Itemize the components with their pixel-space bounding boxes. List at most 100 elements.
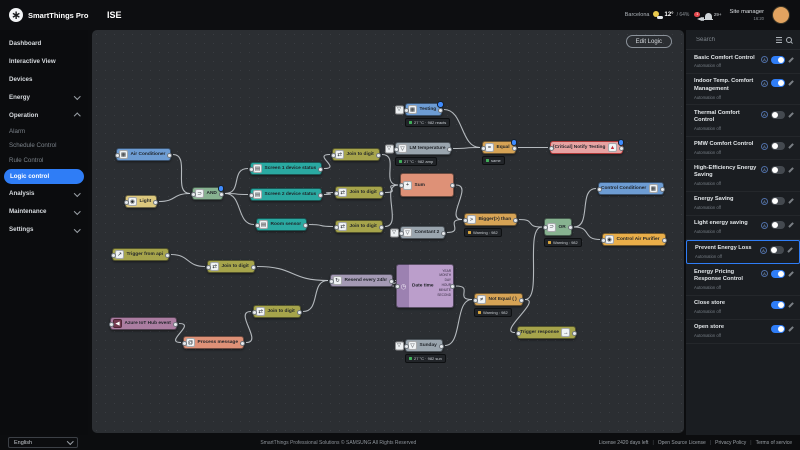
automation-info-icon[interactable]: A [761,111,768,118]
node-resend[interactable]: ↻Resend every 24hr [330,274,393,287]
automation-item-close-store[interactable]: Close storeAutomation off [686,296,800,320]
automation-item-light-energy-saving[interactable]: Light energy savingAutomation offA [686,216,800,240]
sidebar-item-dashboard[interactable]: Dashboard [0,34,88,52]
edit-icon[interactable] [787,56,794,63]
automation-info-icon[interactable]: A [761,222,768,229]
sidebar-item-interactive-view[interactable]: Interactive View [0,52,88,70]
automation-text: Thermal Comfort ControlAutomation off [694,110,759,131]
edit-icon[interactable] [786,247,793,254]
node-not-equal[interactable]: ≠Not Equal ( ) [474,293,523,306]
notifications-button[interactable]: 29+ [705,12,721,19]
automation-item-basic-comfort-control[interactable]: Basic Comfort ControlAutomation offA [686,50,800,74]
automation-item-high-efficiency-energy-saving[interactable]: High-Efficiency Energy SavingAutomation … [686,160,800,191]
automation-toggle[interactable] [771,79,785,87]
weather-widget[interactable]: Barcelona 12° / 64% [625,11,690,19]
node-azure[interactable]: ◀Azure IoT Hub event [110,317,177,330]
automation-item-pmw-comfort-control[interactable]: PMW Comfort ControlAutomation offA [686,137,800,161]
node-process-msg[interactable]: @Process message [183,336,244,349]
automation-toggle[interactable] [771,325,785,333]
search-icon[interactable] [786,37,793,44]
sidebar-item-operation[interactable]: Operation [0,106,88,124]
automation-info-icon[interactable]: A [761,270,768,277]
node-testing[interactable]: ▦Testing▽ [405,103,442,116]
edit-icon[interactable] [787,166,794,173]
sidebar-item-logic-control[interactable]: Logic control [4,169,84,184]
edit-logic-button[interactable]: Edit Logic [626,35,672,48]
sidebar-item-schedule-control[interactable]: Schedule Control [0,139,88,154]
automation-toggle[interactable] [771,56,785,64]
brand[interactable]: ∗ SmartThings Pro [0,8,97,22]
automation-item-open-store[interactable]: Open storeAutomation off [686,320,800,344]
node-or[interactable]: ⊃OR [544,218,572,236]
automation-item-energy-pricing-response-control[interactable]: Energy Pricing Response ControlAutomatio… [686,264,800,295]
automation-toggle[interactable] [771,142,785,150]
sidebar-item-maintenance[interactable]: Maintenance [0,203,88,221]
node-equal[interactable]: =Equal [482,141,516,154]
node-trigger-response[interactable]: Trigger response→ [517,326,576,339]
sidebar-item-devices[interactable]: Devices [0,70,88,88]
avatar[interactable] [772,6,790,24]
node-join5[interactable]: ⇄Join to digit [253,305,301,318]
automation-toggle[interactable] [771,301,785,309]
automation-item-thermal-comfort-control[interactable]: Thermal Comfort ControlAutomation offA [686,105,800,136]
automation-toggle[interactable] [771,166,785,174]
node-trigger-api[interactable]: ↗Trigger from api [112,248,169,261]
automation-info-icon[interactable]: A [761,166,768,173]
node-and[interactable]: ⊃AND [192,187,223,200]
node-room-sensor[interactable]: ▤Room sensor [256,218,307,231]
node-datetime[interactable]: ◷Date timeYEARMONTHDAYHOURMINUTESECOND [396,264,454,308]
footer-link-open-source-license[interactable]: Open Source License [658,440,706,446]
node-screen1[interactable]: ▤Screen 1 device status [250,162,322,175]
automation-info-icon[interactable]: A [761,80,768,87]
automation-toggle[interactable] [771,221,785,229]
sidebar-item-rule-control[interactable]: Rule Control [0,153,88,168]
edit-icon[interactable] [787,143,794,150]
node-sum[interactable]: +Sum [400,173,454,197]
node-join1[interactable]: ⇄Join to digit [332,148,380,161]
automation-info-icon[interactable]: A [761,198,768,205]
sidebar-item-analysis[interactable]: Analysis [0,185,88,203]
node-screen2[interactable]: ▤Screen 2 device status [250,188,322,201]
footer-link-license-2420-days-left[interactable]: License 2420 days left [599,440,649,446]
node-join2[interactable]: ⇄Join to digit [335,186,383,199]
user-info[interactable]: Site manager 16:20 [730,9,764,21]
node-control-air-purifier[interactable]: ◉Control Air Purifier [602,233,666,246]
node-join4[interactable]: ⇄Join to digit [207,260,255,273]
automation-info-icon[interactable]: A [761,56,768,63]
language-select[interactable]: English [8,437,78,448]
node-air-conditioner[interactable]: ▦Air Conditioner [116,148,171,161]
automation-item-prevent-energy-loss[interactable]: Prevent Energy LossAutomation offA [686,240,800,265]
node-constant2[interactable]: ▽Constant 2▽ [400,226,445,239]
node-sunday[interactable]: ▽Sunday▽ [405,339,443,352]
node-join3[interactable]: ⇄Join to digit [335,220,383,233]
edit-icon[interactable] [787,326,794,333]
automation-item-indoor-temp-comfort-management[interactable]: Indoor Temp. Comfort ManagementAutomatio… [686,74,800,105]
automation-item-energy-saving[interactable]: Energy SavingAutomation offA [686,192,800,216]
sidebar-item-settings[interactable]: Settings [0,221,88,239]
filter-icon[interactable] [776,37,782,43]
footer-link-terms-of-service[interactable]: Terms of service [756,440,792,446]
chevron-down-icon [74,93,80,99]
node-light[interactable]: ◉Light [125,195,157,208]
automation-info-icon[interactable]: A [760,247,767,254]
automation-toggle[interactable] [771,197,785,205]
sidebar-item-alarm[interactable]: Alarm [0,124,88,139]
node-critical[interactable]: [Critical] Notify Testing▲ [550,141,623,154]
edit-icon[interactable] [787,302,794,309]
search-input[interactable] [694,36,772,44]
automation-info-icon[interactable]: A [761,143,768,150]
automation-toggle[interactable] [771,270,785,278]
edit-icon[interactable] [787,80,794,87]
edit-icon[interactable] [787,198,794,205]
edit-icon[interactable] [787,111,794,118]
node-control-conditioner[interactable]: Control Conditioner▦ [598,182,664,195]
edit-icon[interactable] [787,270,794,277]
footer-link-privacy-policy[interactable]: Privacy Policy [715,440,746,446]
node-lm-temp[interactable]: ▽LM temperature▽ [395,142,451,155]
node-bigger[interactable]: >Bigger(>) than [464,213,517,226]
sidebar-item-energy[interactable]: Energy [0,88,88,106]
edit-icon[interactable] [787,222,794,229]
logic-canvas[interactable]: Edit Logic ▦Air Conditioner ◉Light ⊃AND ▤Sc… [92,30,684,433]
automation-toggle[interactable] [770,246,784,254]
automation-toggle[interactable] [771,111,785,119]
